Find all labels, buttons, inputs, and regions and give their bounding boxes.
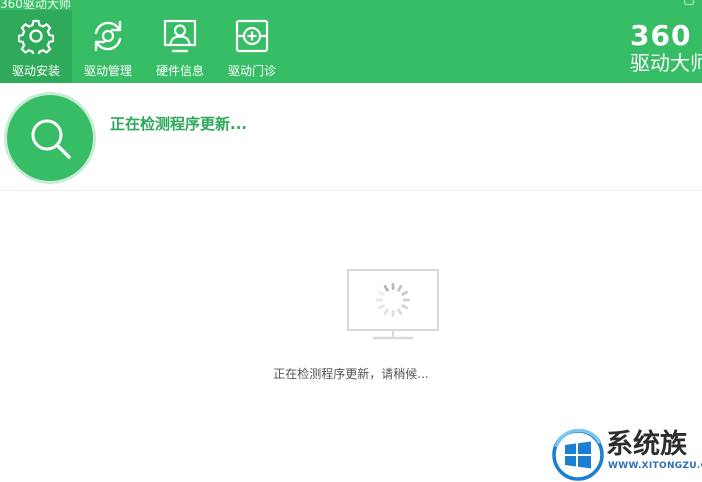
loading-spinner [376,283,410,317]
loading-message: 正在检测程序更新，请稍候... [273,367,429,381]
watermark-url: WWW.XITONGZU.COM [608,461,702,471]
watermark: 系统族 WWW.XITONGZU.COM [552,429,702,482]
nav-driver-install[interactable]: 驱动安装 [0,10,72,83]
monitor-user-icon [163,19,197,53]
main-status-message: 正在检测程序更新，请稍候... [0,365,702,382]
search-icon [31,119,71,159]
nav-driver-manage[interactable]: 驱动管理 [72,10,144,83]
nav-driver-clinic[interactable]: 驱动门诊 [216,10,288,83]
header-bar: 360驱动大师 驱动安装 驱动管理 硬件信息 驱动门诊 360 驱动大师 [0,0,702,83]
brand-name: 驱动大师 [630,51,702,75]
brand-number: 360 [630,19,692,52]
windows-logo-icon [552,429,604,481]
watermark-text: 系统族 [606,429,687,460]
skin-icon[interactable] [684,0,694,5]
nav-label: 驱动管理 [83,64,132,78]
main-nav: 驱动安装 驱动管理 硬件信息 驱动门诊 [0,10,288,83]
scan-badge [7,95,93,181]
gear-icon [18,19,54,54]
refresh-icon [94,20,122,52]
nav-label: 驱动安装 [11,64,60,78]
app-window: 360驱动大师 驱动安装 驱动管理 硬件信息 驱动门诊 360 驱动大师 正在检… [0,0,702,482]
medical-kit-icon [235,19,269,53]
nav-label: 硬件信息 [155,64,204,78]
brand-logo: 360 驱动大师 [630,19,702,75]
nav-hardware-info[interactable]: 硬件信息 [144,10,216,83]
status-strip: 正在检测程序更新... [0,83,702,191]
nav-label: 驱动门诊 [227,64,276,78]
monitor-loading-icon [347,269,439,340]
status-title: 正在检测程序更新... [110,115,248,133]
